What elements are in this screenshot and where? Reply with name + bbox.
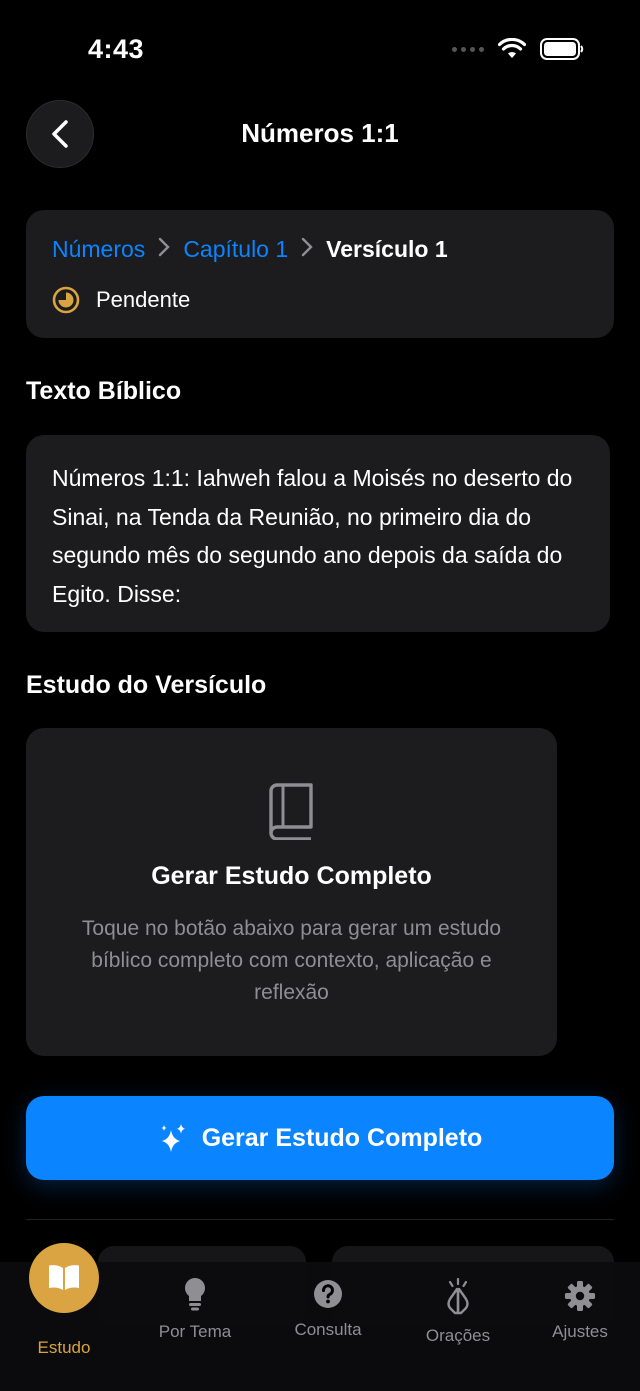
tab-ajustes[interactable]: Ajustes	[525, 1276, 635, 1342]
tab-oracoes-label: Orações	[425, 1326, 491, 1345]
tab-por-tema-label: Por Tema	[158, 1322, 232, 1341]
navigation-bar: Números 1:1	[0, 100, 640, 168]
question-circle-icon	[268, 1274, 388, 1314]
study-empty-card: Gerar Estudo Completo Toque no botão aba…	[26, 728, 557, 1056]
open-book-icon	[49, 1265, 79, 1290]
breadcrumb-card: Números Capítulo 1 Versículo 1 Pendente	[26, 210, 614, 338]
section-divider	[26, 1219, 614, 1220]
status-icons	[452, 38, 584, 60]
wifi-icon	[498, 38, 526, 58]
breadcrumb-book-link[interactable]: Números	[52, 236, 145, 263]
bible-text-heading: Texto Bíblico	[26, 377, 182, 405]
status-label: Pendente	[96, 287, 191, 312]
gear-icon	[525, 1276, 635, 1316]
tab-estudo[interactable]	[29, 1243, 99, 1313]
status-bar: 4:43	[0, 0, 640, 100]
tab-oracoes[interactable]: Orações	[398, 1276, 518, 1346]
generate-study-label: Gerar Estudo Completo	[201, 1123, 483, 1152]
generate-study-button[interactable]: Gerar Estudo Completo	[26, 1096, 614, 1180]
breadcrumb: Números Capítulo 1 Versículo 1	[52, 236, 448, 263]
cellular-signal-icon	[452, 46, 484, 52]
tab-por-tema[interactable]: Por Tema	[130, 1274, 260, 1342]
breadcrumb-current-verse: Versículo 1	[326, 236, 448, 262]
sparkles-icon	[161, 1124, 185, 1152]
praying-hands-icon	[398, 1276, 518, 1316]
lightbulb-icon	[130, 1274, 260, 1314]
breadcrumb-chapter-link[interactable]: Capítulo 1	[183, 236, 288, 263]
page-title: Números 1:1	[241, 118, 399, 148]
study-card-description: Toque no botão abaixo para gerar um estu…	[81, 917, 502, 1004]
tab-consulta-label: Consulta	[294, 1320, 362, 1339]
tab-consulta[interactable]: Consulta	[268, 1274, 388, 1340]
tab-ajustes-label: Ajustes	[552, 1322, 608, 1341]
verse-study-heading: Estudo do Versículo	[26, 671, 267, 699]
book-icon	[269, 783, 313, 840]
battery-icon	[540, 38, 584, 60]
chevron-right-icon	[158, 237, 171, 263]
status-badge: Pendente	[52, 286, 190, 314]
chevron-right-icon	[301, 237, 313, 263]
study-card-title: Gerar Estudo Completo	[151, 862, 432, 890]
status-time: 4:43	[88, 34, 145, 64]
clock-icon	[52, 286, 80, 314]
verse-text-card: Números 1:1: Iahweh falou a Moisés no de…	[26, 435, 610, 632]
tab-estudo-label[interactable]: Estudo	[0, 1338, 128, 1358]
